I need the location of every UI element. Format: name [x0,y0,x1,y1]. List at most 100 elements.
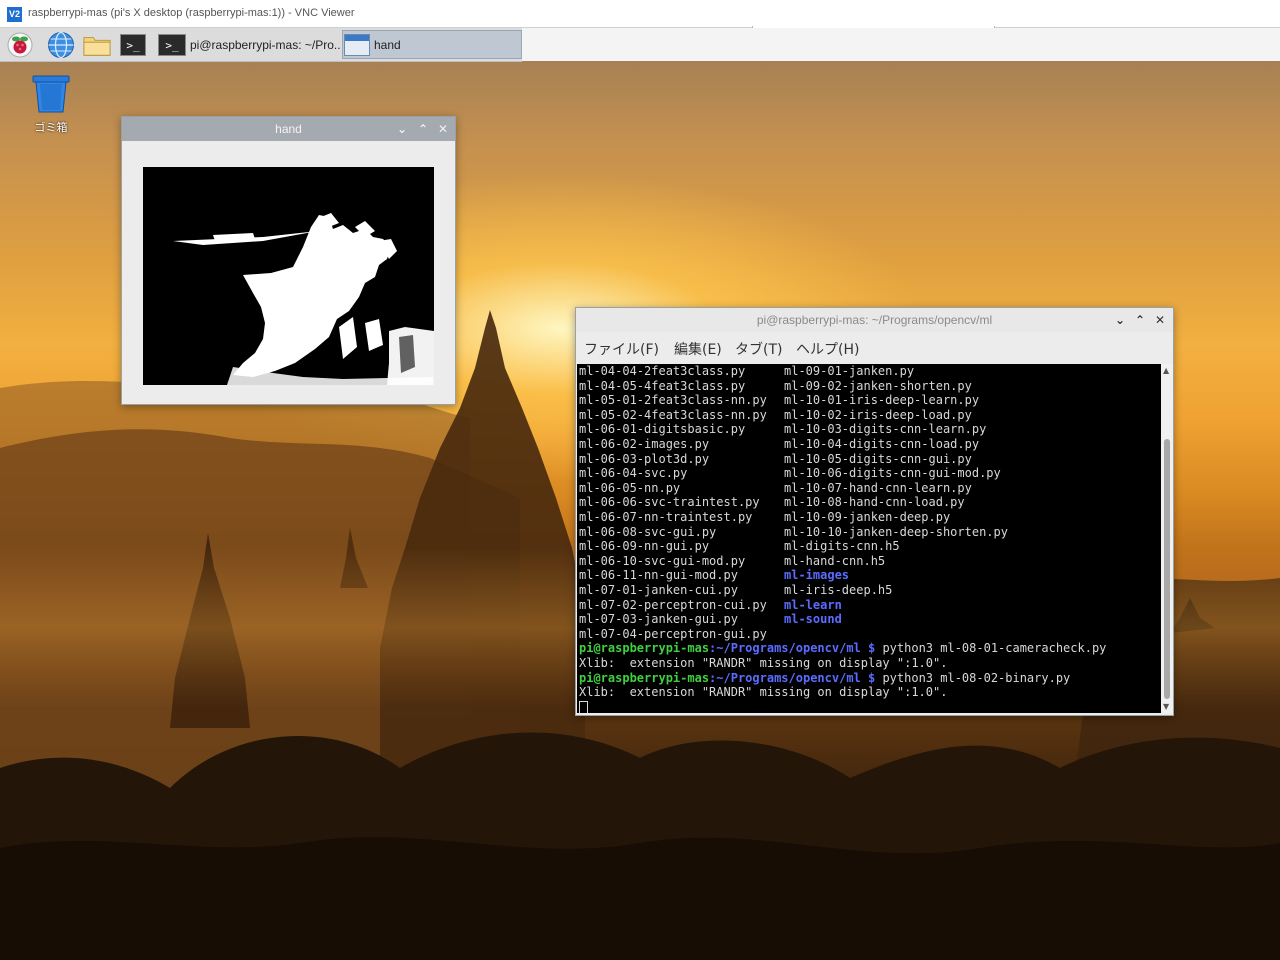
close-icon[interactable]: ✕ [1152,312,1168,328]
command-text: python3 ml-08-02-binary.py [875,670,1071,685]
terminal-line: ml-06-08-svc-gui.py ml-10-10-janken-deep-… [579,524,1008,540]
web-browser-icon[interactable] [47,31,75,59]
maximize-icon[interactable]: ⌃ [1132,312,1148,328]
terminal-output[interactable]: ml-04-04-2feat3class.py ml-09-01-janken.p… [577,364,1161,713]
file-name: ml-07-02-perceptron-cui.py [579,597,767,612]
scroll-up-icon[interactable]: ▲ [1163,366,1169,375]
minimize-icon[interactable]: ⌄ [1112,312,1128,328]
scroll-down-icon[interactable]: ▼ [1163,702,1169,711]
file-name: ml-06-02-images.py [579,437,710,451]
maximize-icon[interactable]: ⌃ [415,121,431,137]
window-title: pi@raspberrypi-mas: ~/Programs/opencv/ml [756,313,993,327]
file-name: ml-06-09-nn-gui.py [579,539,710,554]
file-name: ml-10-06-digits-cnn-gui-mod.py [784,466,1001,481]
file-name: ml-07-03-janken-gui.py [579,612,738,627]
file-name: ml-06-11-nn-gui-mod.py [579,568,738,583]
terminal-line: ml-06-07-nn-traintest.py ml-10-09-janken-… [579,510,950,525]
file-name: ml-10-07-hand-cnn-learn.py [784,480,972,495]
close-icon[interactable]: ✕ [435,121,451,137]
vnc-window-title: raspberrypi-mas (pi's X desktop (raspber… [28,7,355,19]
command-output: Xlib: extension "RANDR" missing on displ… [579,656,948,670]
directory-name: ml-sound [784,612,842,627]
directory-name: ml-learn [784,597,842,612]
terminal-line: ml-06-05-nn.py ml-10-07-hand-cnn-learn.py [579,480,972,496]
menu-file[interactable]: ファイル(F) [584,339,659,359]
prompt-line: pi@raspberrypi-mas:~/Programs/opencv/ml … [579,671,1070,686]
taskbar-item-terminal[interactable]: >_ pi@raspberrypi-mas: ~/Pro... [158,30,340,59]
menu-help[interactable]: ヘルプ(H) [796,339,859,359]
prompt-path: :~/Programs/opencv/ml $ [709,670,876,685]
terminal-line: ml-06-09-nn-gui.py ml-digits-cnn.h5 [579,539,900,554]
file-name: ml-06-08-svc-gui.py [579,524,717,539]
hand-window-titlebar[interactable]: hand ⌄ ⌃ ✕ [122,117,455,141]
file-name: ml-10-09-janken-deep.py [784,510,951,524]
file-name: ml-10-03-digits-cnn-learn.py [784,422,987,437]
menu-tabs[interactable]: タブ(T) [735,339,782,359]
command-text: python3 ml-08-01-cameracheck.py [875,641,1107,656]
file-name: ml-05-02-4feat3class-nn.py [579,407,767,422]
terminal-line: ml-04-04-2feat3class.py ml-09-01-janken.p… [579,364,914,379]
directory-name: ml-images [784,568,850,583]
binary-hand-image [173,213,434,385]
file-name: ml-06-04-svc.py [579,466,688,481]
raspberry-menu-icon[interactable] [6,31,34,59]
terminal-line: ml-06-11-nn-gui-mod.py ml-images [579,568,849,583]
minimize-icon[interactable]: ⌄ [394,121,410,137]
file-name: ml-10-04-digits-cnn-load.py [784,437,980,451]
terminal-line: ml-06-04-svc.py ml-10-06-digits-cnn-gui-m… [579,466,1001,481]
file-manager-icon[interactable] [83,31,111,59]
command-output: Xlib: extension "RANDR" missing on displ… [579,685,948,700]
file-name: ml-09-01-janken.py [784,364,915,378]
file-name: ml-10-02-iris-deep-load.py [784,407,972,422]
file-name: ml-06-06-svc-traintest.py [579,495,760,510]
file-name: ml-10-10-janken-deep-shorten.py [784,524,1008,539]
terminal-icon: >_ [158,33,186,56]
vnc-title-bar: V2 raspberrypi-mas (pi's X desktop (rasp… [0,0,1280,30]
terminal-line: ml-07-03-janken-gui.py ml-sound [579,612,842,627]
terminal-scrollbar[interactable]: ▲ ▼ [1161,364,1173,713]
file-name: ml-06-05-nn.py [579,480,681,495]
window-icon [344,33,370,56]
taskbar-empty-area [522,28,1280,61]
file-name: ml-digits-cnn.h5 [784,539,900,554]
file-name: ml-iris-deep.h5 [784,583,893,597]
taskbar-item-label: pi@raspberrypi-mas: ~/Pro... [190,37,340,52]
trash-label: ゴミ箱 [34,121,68,134]
file-name: ml-07-04-perceptron-gui.py [579,626,767,641]
taskbar: >_ >_ pi@raspberrypi-mas: ~/Pro... hand [0,28,522,62]
scrollbar-thumb[interactable] [1164,439,1170,699]
file-name: ml-10-01-iris-deep-learn.py [784,393,980,408]
prompt-path: :~/Programs/opencv/ml $ [709,641,876,656]
terminal-line: ml-07-02-perceptron-cui.py ml-learn [579,597,842,613]
file-name: ml-07-01-janken-cui.py [579,583,738,597]
file-name: ml-10-05-digits-cnn-gui.py [784,451,972,466]
terminal-line: ml-05-01-2feat3class-nn.py ml-10-01-iris-… [579,393,979,408]
file-name: ml-05-01-2feat3class-nn.py [579,393,767,408]
terminal-line: ml-07-01-janken-cui.py ml-iris-deep.h5 [579,583,892,598]
file-name: ml-09-02-janken-shorten.py [784,378,972,393]
terminal-line: ml-06-06-svc-traintest.py ml-10-08-hand-c… [579,495,965,510]
terminal-window-titlebar[interactable]: pi@raspberrypi-mas: ~/Programs/opencv/ml… [576,308,1173,332]
file-name: ml-04-04-2feat3class.py [579,364,746,378]
taskbar-item-hand[interactable]: hand [342,30,522,59]
file-name: ml-06-07-nn-traintest.py [579,510,753,524]
prompt-user: pi@raspberrypi-mas [579,670,710,685]
desktop-trash[interactable]: ゴミ箱 [28,74,74,135]
file-name: ml-hand-cnn.h5 [784,553,886,568]
taskbar-item-label: hand [374,37,401,52]
terminal-window[interactable]: pi@raspberrypi-mas: ~/Programs/opencv/ml… [575,307,1174,716]
terminal-icon[interactable]: >_ [118,31,148,59]
prompt-user: pi@raspberrypi-mas [579,641,710,656]
terminal-line: ml-06-01-digitsbasic.py ml-10-03-digits-c… [579,422,986,437]
file-name: ml-06-01-digitsbasic.py [579,422,746,437]
terminal-line: ml-07-04-perceptron-gui.py [579,627,767,642]
file-name: ml-06-03-plot3d.py [579,451,710,466]
terminal-line: ml-05-02-4feat3class-nn.py ml-10-02-iris-… [579,407,972,423]
text-cursor [579,700,588,713]
file-name: ml-04-05-4feat3class.py [579,378,746,393]
hand-window[interactable]: hand ⌄ ⌃ ✕ [121,116,456,405]
terminal-line: ml-06-03-plot3d.py ml-10-05-digits-cnn-gu… [579,451,972,467]
terminal-line: ml-06-10-svc-gui-mod.py ml-hand-cnn.h5 [579,554,885,569]
menu-edit[interactable]: 編集(E) [674,339,722,359]
terminal-line: ml-04-05-4feat3class.py ml-09-02-janken-s… [579,378,972,394]
